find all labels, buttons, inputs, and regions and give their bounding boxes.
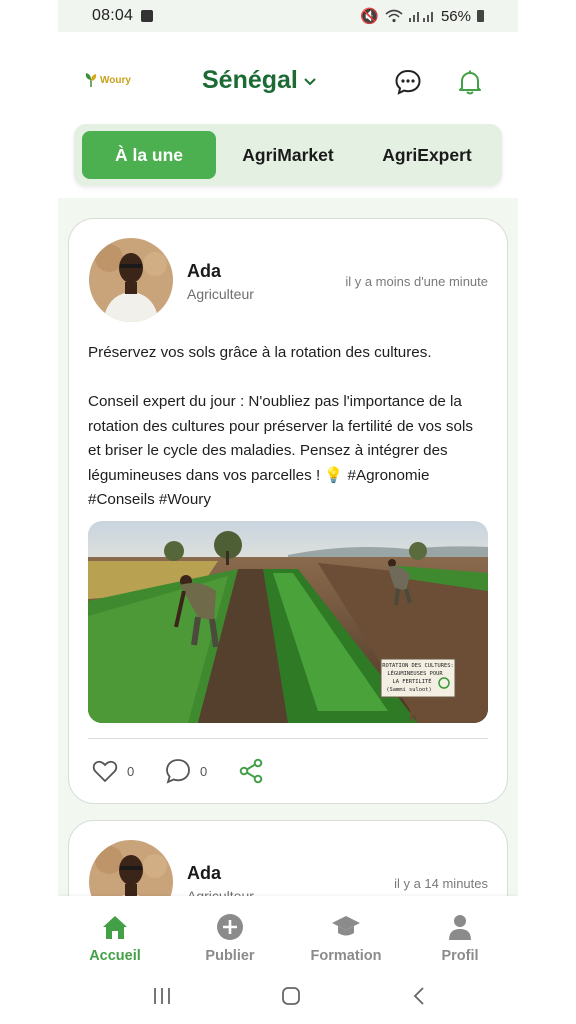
nav-accueil[interactable]: Accueil <box>70 912 160 964</box>
leaf-logo-icon <box>85 73 97 87</box>
recent-apps-icon[interactable] <box>150 984 174 1008</box>
post-timestamp: il y a 14 minutes <box>394 876 488 891</box>
sign-line-2: LÉGUMINEUSES POUR <box>387 669 443 677</box>
nav-formation[interactable]: Formation <box>301 912 391 964</box>
post-timestamp: il y a moins d'une minute <box>345 274 488 289</box>
heart-icon <box>92 760 118 782</box>
home-icon <box>103 916 127 939</box>
mute-icon: 🔇 <box>360 8 379 25</box>
post-body: Préservez vos sols grâce à la rotation d… <box>88 341 488 513</box>
app-screen: 08:04 🔇 56% Woury Sénégal À la une AgriM… <box>58 0 518 1024</box>
author-name[interactable]: Ada <box>187 261 221 282</box>
share-button[interactable] <box>237 757 265 785</box>
comment-button[interactable]: 0 <box>164 757 207 785</box>
system-navigation-bar <box>58 968 518 1024</box>
chevron-down-icon <box>304 73 316 89</box>
home-button-icon[interactable] <box>279 984 303 1008</box>
back-icon[interactable] <box>408 984 432 1008</box>
author-name[interactable]: Ada <box>187 863 221 884</box>
sign-line-4: (Sammi suloot) <box>386 687 431 693</box>
comment-count: 0 <box>200 763 208 779</box>
country-label: Sénégal <box>202 66 298 94</box>
tab-bar: À la une AgriMarket AgriExpert <box>74 124 502 186</box>
sign-line-1: ROTATION DES CULTURES: <box>382 663 453 669</box>
like-count: 0 <box>127 763 135 779</box>
news-feed[interactable]: Ada Agriculteur il y a moins d'une minut… <box>58 198 518 896</box>
country-selector[interactable]: Sénégal <box>202 66 316 95</box>
nav-profil[interactable]: Profil <box>415 912 505 964</box>
app-header: Woury Sénégal <box>58 32 518 124</box>
chat-bubble-icon[interactable] <box>394 68 422 96</box>
nav-label: Accueil <box>89 948 141 964</box>
tab-agriexpert[interactable]: AgriExpert <box>362 131 492 179</box>
wifi-icon <box>385 9 403 23</box>
tab-a-la-une[interactable]: À la une <box>82 131 216 179</box>
bottom-navigation: Accueil Publier Formation Profil <box>58 896 518 968</box>
nav-label: Publier <box>205 948 255 964</box>
battery-percent: 56% <box>440 7 471 25</box>
plus-circle-icon <box>217 914 243 940</box>
nav-label: Formation <box>310 948 382 964</box>
author-role: Agriculteur <box>187 286 254 302</box>
status-bar: 08:04 🔇 56% <box>58 0 518 32</box>
battery-icon <box>477 10 484 22</box>
post-headline: Préservez vos sols grâce à la rotation d… <box>88 344 432 361</box>
avatar[interactable] <box>89 238 173 322</box>
nav-label: Profil <box>441 948 479 964</box>
status-indicators: 🔇 56% <box>360 7 484 25</box>
share-icon <box>239 758 263 784</box>
divider <box>88 738 488 739</box>
sign-line-3: LA FERTILITÉ <box>393 677 432 685</box>
post-card: Ada Agriculteur il y a 14 minutes <box>68 820 508 896</box>
like-button[interactable]: 0 <box>91 757 134 785</box>
post-card: Ada Agriculteur il y a moins d'une minut… <box>68 218 508 804</box>
woury-logo[interactable]: Woury <box>84 72 131 88</box>
tab-agrimarket[interactable]: AgriMarket <box>224 131 352 179</box>
graduation-cap-icon <box>332 916 360 936</box>
person-icon <box>449 915 471 940</box>
avatar[interactable] <box>89 840 173 896</box>
nav-publier[interactable]: Publier <box>185 912 275 964</box>
post-paragraph: Conseil expert du jour : N'oubliez pas l… <box>88 393 473 508</box>
notification-icon <box>141 10 154 22</box>
bell-icon[interactable] <box>456 68 484 96</box>
comment-icon <box>166 759 190 784</box>
status-time: 08:04 <box>92 7 134 24</box>
post-image[interactable]: ROTATION DES CULTURES: LÉGUMINEUSES POUR… <box>88 521 488 723</box>
logo-text: Woury <box>100 74 131 86</box>
signal-icon <box>408 12 433 22</box>
author-role: Agriculteur <box>187 888 254 896</box>
